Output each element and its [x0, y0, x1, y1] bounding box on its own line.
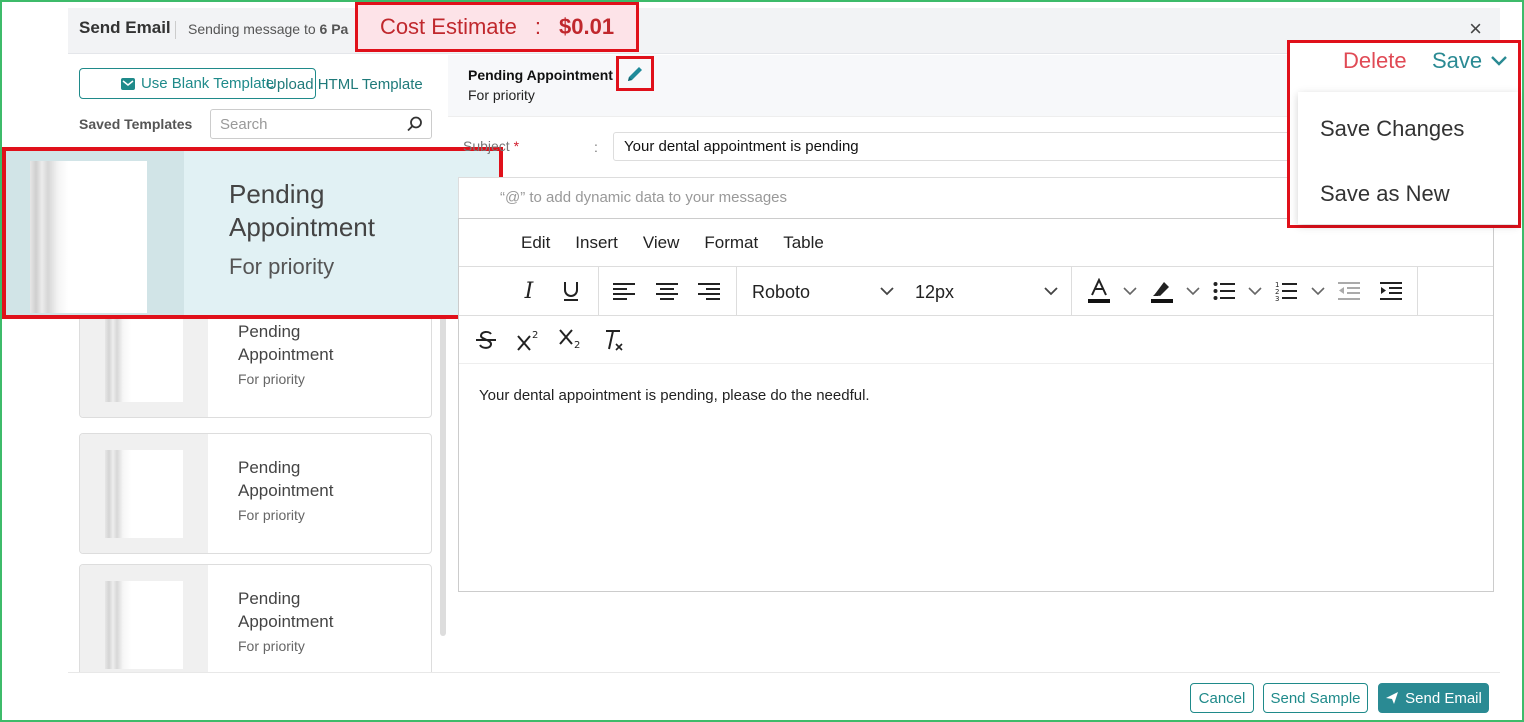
template-card[interactable]: Pending Appointment For priority [79, 433, 432, 554]
clear-formatting-icon[interactable] [602, 328, 626, 352]
svg-text:2: 2 [574, 340, 580, 351]
italic-icon[interactable]: I [517, 279, 541, 304]
edit-template-name-button[interactable] [616, 56, 654, 91]
template-thumbnail [6, 151, 184, 315]
numbered-list-icon[interactable]: 123 [1274, 279, 1298, 303]
text-color-icon[interactable] [1086, 277, 1112, 305]
underline-icon[interactable] [559, 279, 583, 303]
font-family-select[interactable]: Roboto [752, 282, 810, 303]
dynamic-data-hint: “@” to add dynamic data to your messages [500, 189, 788, 206]
subject-colon: : [594, 139, 598, 155]
editor-content[interactable]: Your dental appointment is pending, plea… [479, 387, 870, 404]
saved-templates-label: Saved Templates [79, 116, 193, 132]
svg-text:3: 3 [1275, 295, 1279, 302]
chevron-down-icon [1491, 56, 1508, 66]
subject-label: Subject * [463, 138, 519, 154]
menu-view[interactable]: View [643, 233, 680, 253]
template-card-title: Pending Appointment [238, 322, 334, 364]
template-subtitle: For priority [468, 87, 535, 103]
menu-table[interactable]: Table [783, 233, 824, 253]
subject-label-text: Subject [463, 138, 510, 154]
chevron-down-icon[interactable] [1248, 286, 1262, 296]
subject-input[interactable] [613, 132, 1333, 161]
chevron-down-icon[interactable] [1123, 286, 1137, 296]
template-card[interactable]: Pending Appointment For priority [79, 564, 432, 685]
header-divider [175, 21, 176, 39]
close-icon[interactable]: × [1469, 16, 1482, 42]
modal-header: Send Email Sending message to 6 Pa × [68, 8, 1500, 54]
align-center-icon[interactable] [655, 279, 679, 303]
required-mark: * [513, 138, 520, 154]
save-dropdown-menu: Save Changes Save as New [1298, 92, 1518, 224]
save-dropdown-button[interactable]: Save [1432, 48, 1508, 74]
superscript-icon[interactable]: 2 [516, 328, 542, 352]
recipient-prefix: Sending message to [188, 21, 320, 37]
selected-template-card[interactable]: Pending Appointment For priority [2, 147, 503, 319]
send-sample-button[interactable]: Send Sample [1263, 683, 1368, 713]
formatting-toolbar-2: 2 2 [459, 316, 1493, 364]
send-email-label: Send Email [1405, 689, 1482, 707]
template-card-title: Pending Appointment [238, 458, 334, 500]
delete-button[interactable]: Delete [1343, 48, 1407, 74]
align-right-icon[interactable] [697, 279, 721, 303]
strikethrough-icon[interactable] [474, 328, 498, 352]
save-label: Save [1432, 48, 1483, 73]
upload-html-template-link[interactable]: Upload HTML Template [266, 76, 423, 93]
chevron-down-icon[interactable] [880, 286, 894, 296]
chevron-down-icon[interactable] [1186, 286, 1200, 296]
send-email-button[interactable]: Send Email [1378, 683, 1489, 713]
template-card-title: Pending Appointment [238, 589, 334, 631]
menu-insert[interactable]: Insert [575, 233, 618, 253]
outdent-icon[interactable] [1337, 279, 1361, 303]
template-card-subtitle: For priority [238, 507, 305, 523]
indent-icon[interactable] [1379, 279, 1403, 303]
chevron-down-icon[interactable] [1311, 286, 1325, 296]
save-changes-option[interactable]: Save Changes [1320, 116, 1464, 142]
subscript-icon[interactable]: 2 [558, 328, 584, 352]
template-thumbnail [80, 434, 208, 553]
rich-text-editor: Edit Insert View Format Table I Roboto 1… [458, 218, 1494, 592]
search-icon [407, 116, 422, 132]
highlight-color-icon[interactable] [1149, 277, 1175, 305]
modal-title: Send Email [79, 18, 171, 37]
bullet-list-icon[interactable] [1212, 279, 1236, 303]
formatting-toolbar: I Roboto 12px 123 [459, 267, 1493, 316]
cancel-button[interactable]: Cancel [1190, 683, 1254, 713]
cost-amount: $0.01 [559, 14, 615, 39]
email-icon [120, 77, 135, 90]
save-as-new-option[interactable]: Save as New [1320, 181, 1450, 207]
align-left-icon[interactable] [612, 279, 636, 303]
recipient-summary: Sending message to 6 Pa [188, 21, 348, 37]
template-card-subtitle: For priority [229, 254, 335, 279]
menu-format[interactable]: Format [704, 233, 758, 253]
send-icon [1386, 692, 1399, 704]
template-search-input[interactable] [210, 109, 432, 139]
template-thumbnail [80, 565, 208, 684]
cost-label: Cost Estimate [379, 14, 517, 39]
template-card-title: Pending Appointment [229, 179, 375, 242]
cost-separator: : [534, 14, 541, 39]
font-size-select[interactable]: 12px [915, 282, 954, 303]
template-card-subtitle: For priority [238, 638, 305, 654]
chevron-down-icon[interactable] [1044, 286, 1058, 296]
menu-edit[interactable]: Edit [521, 233, 550, 253]
svg-text:2: 2 [532, 330, 538, 341]
use-blank-template-label: Use Blank Template [140, 75, 275, 92]
pencil-icon [628, 66, 642, 81]
template-name: Pending Appointment [468, 67, 613, 83]
recipient-count: 6 Pa [319, 21, 349, 37]
template-card-subtitle: For priority [238, 371, 305, 387]
cost-estimate-badge: Cost Estimate : $0.01 [355, 2, 639, 52]
